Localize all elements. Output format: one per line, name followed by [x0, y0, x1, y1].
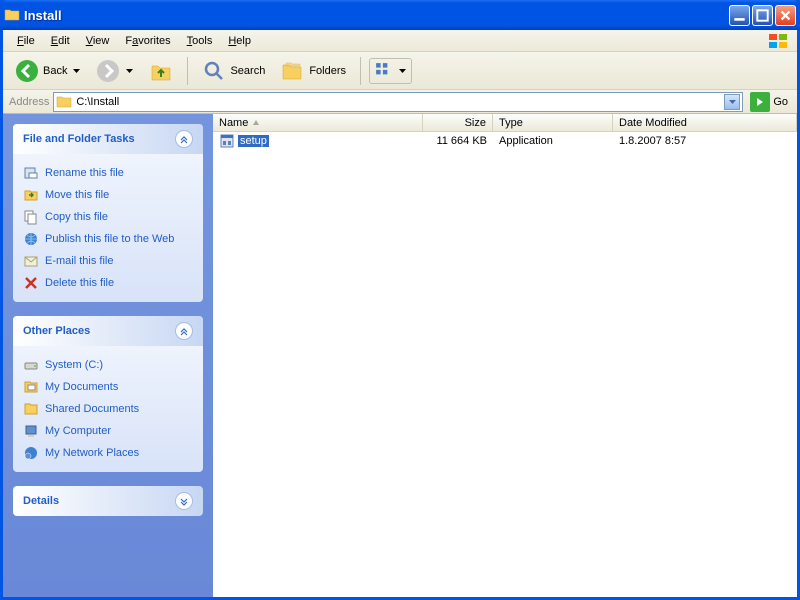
- chevron-down-icon: [126, 69, 133, 73]
- forward-button[interactable]: [90, 55, 139, 87]
- back-icon: [15, 59, 39, 83]
- file-row[interactable]: setup 11 664 KBApplication1.8.2007 8:57: [213, 132, 797, 149]
- menu-file[interactable]: File: [9, 33, 43, 49]
- file-date: 1.8.2007 8:57: [613, 134, 797, 148]
- task-item-copy[interactable]: Copy this file: [23, 206, 193, 228]
- sort-ascending-icon: [252, 119, 260, 127]
- copy-icon: [23, 209, 39, 225]
- task-label: Move this file: [45, 189, 109, 201]
- menu-view[interactable]: View: [78, 33, 118, 49]
- task-label: System (C:): [45, 359, 103, 371]
- task-label: Copy this file: [45, 211, 108, 223]
- search-button[interactable]: Search: [196, 55, 271, 87]
- file-size: 11 664 KB: [423, 134, 493, 148]
- sidebar: File and Folder Tasks Rename this file Mo…: [3, 114, 213, 597]
- address-field[interactable]: C:\Install: [53, 92, 743, 112]
- file-name: setup: [238, 135, 269, 147]
- shareddocs-icon: [23, 401, 39, 417]
- task-label: Rename this file: [45, 167, 124, 179]
- panel-header[interactable]: Details: [13, 486, 203, 516]
- address-bar: Address C:\Install Go: [3, 90, 797, 114]
- minimize-button[interactable]: [729, 5, 750, 26]
- panel-header[interactable]: File and Folder Tasks: [13, 124, 203, 154]
- up-button[interactable]: [143, 55, 179, 87]
- application-icon: [219, 133, 235, 149]
- task-label: Shared Documents: [45, 403, 139, 415]
- place-item-shareddocs[interactable]: Shared Documents: [23, 398, 193, 420]
- task-item-email[interactable]: E-mail this file: [23, 250, 193, 272]
- other-places-panel: Other Places System (C:) My Documents Shar…: [13, 316, 203, 472]
- column-date[interactable]: Date Modified: [613, 114, 797, 131]
- address-path: C:\Install: [76, 96, 119, 108]
- task-label: My Computer: [45, 425, 111, 437]
- computer-icon: [23, 423, 39, 439]
- toolbar: Back Search Folders: [3, 52, 797, 90]
- separator: [187, 57, 188, 85]
- menu-tools[interactable]: Tools: [179, 33, 221, 49]
- task-item-move[interactable]: Move this file: [23, 184, 193, 206]
- separator: [360, 57, 361, 85]
- place-item-network[interactable]: My Network Places: [23, 442, 193, 464]
- expand-icon: [175, 492, 193, 510]
- back-button[interactable]: Back: [9, 55, 86, 87]
- collapse-icon: [175, 130, 193, 148]
- mydocs-icon: [23, 379, 39, 395]
- task-label: My Network Places: [45, 447, 139, 459]
- file-type: Application: [493, 134, 613, 148]
- close-button[interactable]: [775, 5, 796, 26]
- folders-icon: [281, 59, 305, 83]
- address-label: Address: [9, 96, 49, 108]
- column-type[interactable]: Type: [493, 114, 613, 131]
- address-dropdown[interactable]: [724, 94, 740, 110]
- forward-icon: [96, 59, 120, 83]
- move-icon: [23, 187, 39, 203]
- folder-icon: [56, 94, 72, 110]
- up-folder-icon: [149, 59, 173, 83]
- search-icon: [202, 59, 226, 83]
- views-icon: [375, 62, 393, 80]
- column-name[interactable]: Name: [213, 114, 423, 131]
- task-item-publish[interactable]: Publish this file to the Web: [23, 228, 193, 250]
- maximize-button[interactable]: [752, 5, 773, 26]
- collapse-icon: [175, 322, 193, 340]
- task-label: Publish this file to the Web: [45, 233, 174, 245]
- task-label: My Documents: [45, 381, 118, 393]
- task-item-rename[interactable]: Rename this file: [23, 162, 193, 184]
- go-button[interactable]: Go: [747, 90, 791, 114]
- menu-help[interactable]: Help: [220, 33, 259, 49]
- file-list: Name Size Type Date Modified setup 11 664…: [213, 114, 797, 597]
- place-item-computer[interactable]: My Computer: [23, 420, 193, 442]
- chevron-down-icon: [399, 69, 406, 73]
- chevron-down-icon: [73, 69, 80, 73]
- file-rows[interactable]: setup 11 664 KBApplication1.8.2007 8:57: [213, 132, 797, 597]
- delete-icon: [23, 275, 39, 291]
- window-title: Install: [24, 8, 727, 23]
- column-size[interactable]: Size: [423, 114, 493, 131]
- title-bar: Install: [0, 0, 800, 30]
- menu-bar: File Edit View Favorites Tools Help: [3, 30, 797, 52]
- file-folder-tasks-panel: File and Folder Tasks Rename this file Mo…: [13, 124, 203, 302]
- menu-favorites[interactable]: Favorites: [117, 33, 178, 49]
- task-label: E-mail this file: [45, 255, 113, 267]
- column-headers: Name Size Type Date Modified: [213, 114, 797, 132]
- network-icon: [23, 445, 39, 461]
- rename-icon: [23, 165, 39, 181]
- views-button[interactable]: [369, 58, 412, 84]
- go-icon: [750, 92, 770, 112]
- place-item-drive[interactable]: System (C:): [23, 354, 193, 376]
- windows-flag-icon: [767, 32, 791, 50]
- place-item-mydocs[interactable]: My Documents: [23, 376, 193, 398]
- panel-header[interactable]: Other Places: [13, 316, 203, 346]
- menu-edit[interactable]: Edit: [43, 33, 78, 49]
- publish-icon: [23, 231, 39, 247]
- details-panel: Details: [13, 486, 203, 516]
- task-label: Delete this file: [45, 277, 114, 289]
- email-icon: [23, 253, 39, 269]
- folder-icon: [4, 7, 20, 23]
- task-item-delete[interactable]: Delete this file: [23, 272, 193, 294]
- folders-button[interactable]: Folders: [275, 55, 352, 87]
- drive-icon: [23, 357, 39, 373]
